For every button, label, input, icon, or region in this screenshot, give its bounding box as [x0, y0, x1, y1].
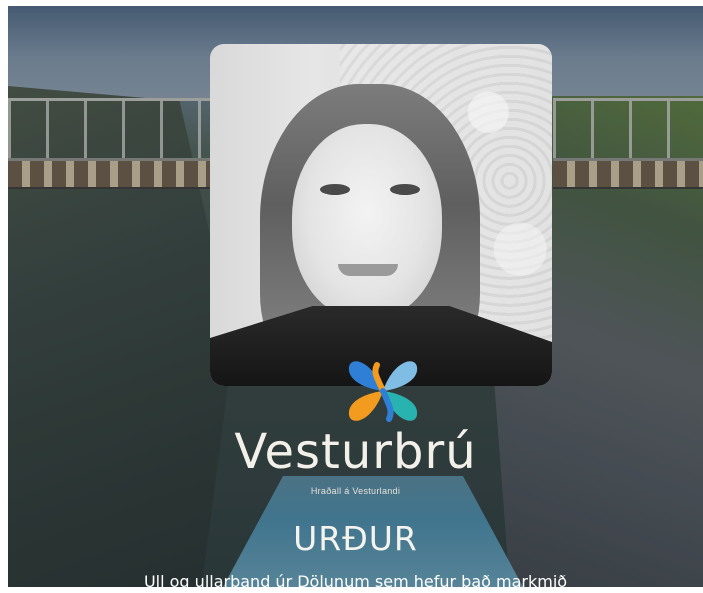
- subtitle-text: Ull og ullarband úr Dölunum sem hefur þa…: [143, 572, 568, 587]
- portrait-eye-left: [320, 184, 350, 195]
- portrait-mouth: [338, 264, 398, 276]
- brand-name: Vesturbrú: [234, 424, 477, 480]
- background-photo: Vesturbrú Hraðall á Vesturlandi URÐUR Ul…: [8, 6, 703, 587]
- portrait-face: [292, 124, 442, 319]
- portrait-photo: [210, 44, 552, 386]
- butterfly-logo-icon: [348, 361, 418, 422]
- brand-tagline: Hraðall á Vesturlandi: [310, 486, 401, 496]
- portrait-eye-right: [390, 184, 420, 195]
- page-title: URÐUR: [293, 519, 418, 558]
